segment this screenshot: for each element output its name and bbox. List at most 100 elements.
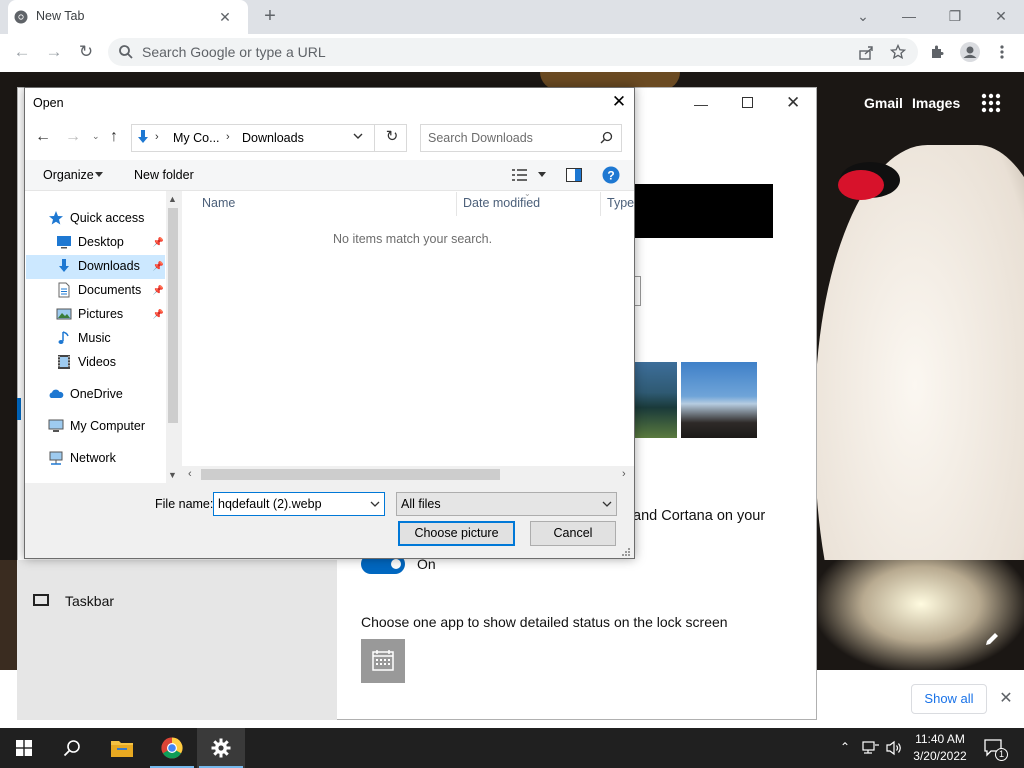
nav-item-videos[interactable]: Videos [56,350,116,374]
file-name-value: hqdefault (2).webp [218,497,322,511]
scroll-left-icon[interactable]: ‹ [188,468,192,480]
settings-gear-icon[interactable] [197,728,245,768]
reload-icon[interactable]: ↻ [75,41,97,63]
dialog-close-button[interactable]: ✕ [610,93,628,111]
start-windows-icon[interactable] [0,728,48,768]
search-icon [600,131,613,144]
background-robot-eye-glow [838,170,884,200]
pin-icon: 📌 [152,308,164,319]
up-arrow-icon[interactable]: ↑ [110,129,126,145]
breadcrumb-item[interactable]: Downloads [242,131,304,145]
cancel-button[interactable]: Cancel [530,521,616,546]
column-header-date-modified[interactable]: Date modified [463,196,540,210]
close-window-button[interactable]: ✕ [987,4,1015,28]
background-thumbnail[interactable] [633,362,677,438]
choose-picture-button[interactable]: Choose picture [398,521,515,546]
organize-dropdown-icon [95,172,103,178]
show-all-button[interactable]: Show all [911,684,987,714]
column-header-name[interactable]: Name [202,196,235,210]
preview-pane-icon[interactable] [566,168,582,182]
taskbar-search-icon[interactable] [48,728,96,768]
back-icon[interactable]: ← [11,41,33,63]
share-icon[interactable] [858,45,874,61]
file-type-dropdown-icon[interactable] [602,499,612,509]
omnibox-placeholder: Search Google or type a URL [142,44,326,60]
dialog-title: Open [33,96,64,110]
calendar-app-button[interactable] [361,639,405,683]
network-status-icon[interactable] [862,740,880,756]
nav-item-quick-access[interactable]: Quick access [48,206,144,230]
nav-item-pictures[interactable]: Pictures 📌 [56,302,164,326]
nav-item-music[interactable]: Music [56,326,111,350]
taskbar-settings-icon [33,594,49,606]
google-apps-icon[interactable] [980,92,1002,114]
scroll-up-icon[interactable]: ▲ [168,194,177,204]
notification-count-badge: 1 [995,748,1008,761]
gmail-link[interactable]: Gmail [864,95,903,111]
nav-item-documents[interactable]: Documents 📌 [56,278,164,302]
clock-date[interactable]: 3/20/2022 [910,749,970,763]
forward-arrow-icon[interactable]: → [65,129,81,145]
nav-item-onedrive[interactable]: OneDrive [48,382,123,406]
settings-close-button[interactable]: ✕ [786,93,800,113]
forward-icon[interactable]: → [43,41,65,63]
back-arrow-icon[interactable]: ← [35,129,51,145]
clock-time[interactable]: 11:40 AM [914,732,966,746]
pin-icon: 📌 [152,236,164,247]
view-options-icon[interactable] [512,168,528,182]
resize-grip-icon[interactable] [620,546,630,556]
help-icon[interactable]: ? [602,166,620,184]
file-explorer-icon[interactable] [98,728,146,768]
cortana-setting-text: and Cortana on your [633,508,766,524]
lock-screen-preview [633,184,773,238]
nav-pane-scroll-thumb[interactable] [168,208,178,423]
settings-minimize-button[interactable]: — [694,96,708,112]
nav-item-label: Quick access [70,211,145,225]
horizontal-scroll-thumb[interactable] [201,469,500,480]
customize-pencil-icon[interactable] [984,631,1000,647]
nav-item-label: Music [78,331,111,345]
downloads-bar-close-icon[interactable]: ✕ [996,689,1016,709]
show-hidden-icons-chevron-icon[interactable]: ⌃ [840,740,850,754]
svg-text:?: ? [607,169,614,183]
refresh-icon[interactable]: ↻ [383,128,401,146]
search-placeholder: Search Downloads [428,131,533,145]
breadcrumb-separator: › [155,131,159,143]
settings-maximize-button[interactable] [742,97,753,108]
nav-item-label: Videos [78,355,116,369]
sidebar-item-taskbar[interactable]: Taskbar [65,593,114,609]
view-dropdown-icon[interactable] [538,172,546,178]
menu-kebab-icon[interactable] [999,44,1005,60]
scroll-right-icon[interactable]: › [622,468,626,480]
new-tab-button[interactable]: + [259,6,281,28]
column-separator [456,192,457,216]
nav-item-my-computer[interactable]: My Computer [48,414,145,438]
recent-locations-chevron-icon[interactable]: ⌄ [92,131,100,142]
bookmark-star-icon[interactable] [890,44,906,60]
minimize-button[interactable]: — [895,4,923,28]
file-name-dropdown-icon[interactable] [370,499,380,509]
tab-search-icon[interactable]: ⌄ [849,4,877,28]
breadcrumb-item[interactable]: My Co... [173,131,220,145]
nav-item-label: Pictures [78,307,124,321]
new-folder-button[interactable]: New folder [134,168,194,182]
tab-close-icon[interactable]: ✕ [216,8,234,26]
nav-item-downloads[interactable]: Downloads 📌 [56,254,164,278]
restore-button[interactable]: ❐ [941,4,969,28]
extensions-icon[interactable] [929,44,945,60]
address-dropdown-chevron-icon[interactable] [352,130,364,142]
file-type-value: All files [401,497,441,511]
file-name-label: File name: [155,497,214,511]
volume-icon[interactable] [886,740,904,756]
profile-avatar[interactable] [960,42,980,62]
chrome-favicon-icon [14,10,28,24]
chrome-taskbar-icon[interactable] [148,728,196,768]
nav-item-network[interactable]: Network [48,446,116,470]
column-header-type[interactable]: Type [607,196,634,210]
background-thumbnail[interactable] [681,362,757,438]
scroll-down-icon[interactable]: ▼ [168,470,177,480]
address-separator [374,125,375,151]
images-link[interactable]: Images [912,95,960,111]
organize-menu-button[interactable]: Organize [43,168,94,182]
nav-item-desktop[interactable]: Desktop 📌 [56,230,164,254]
